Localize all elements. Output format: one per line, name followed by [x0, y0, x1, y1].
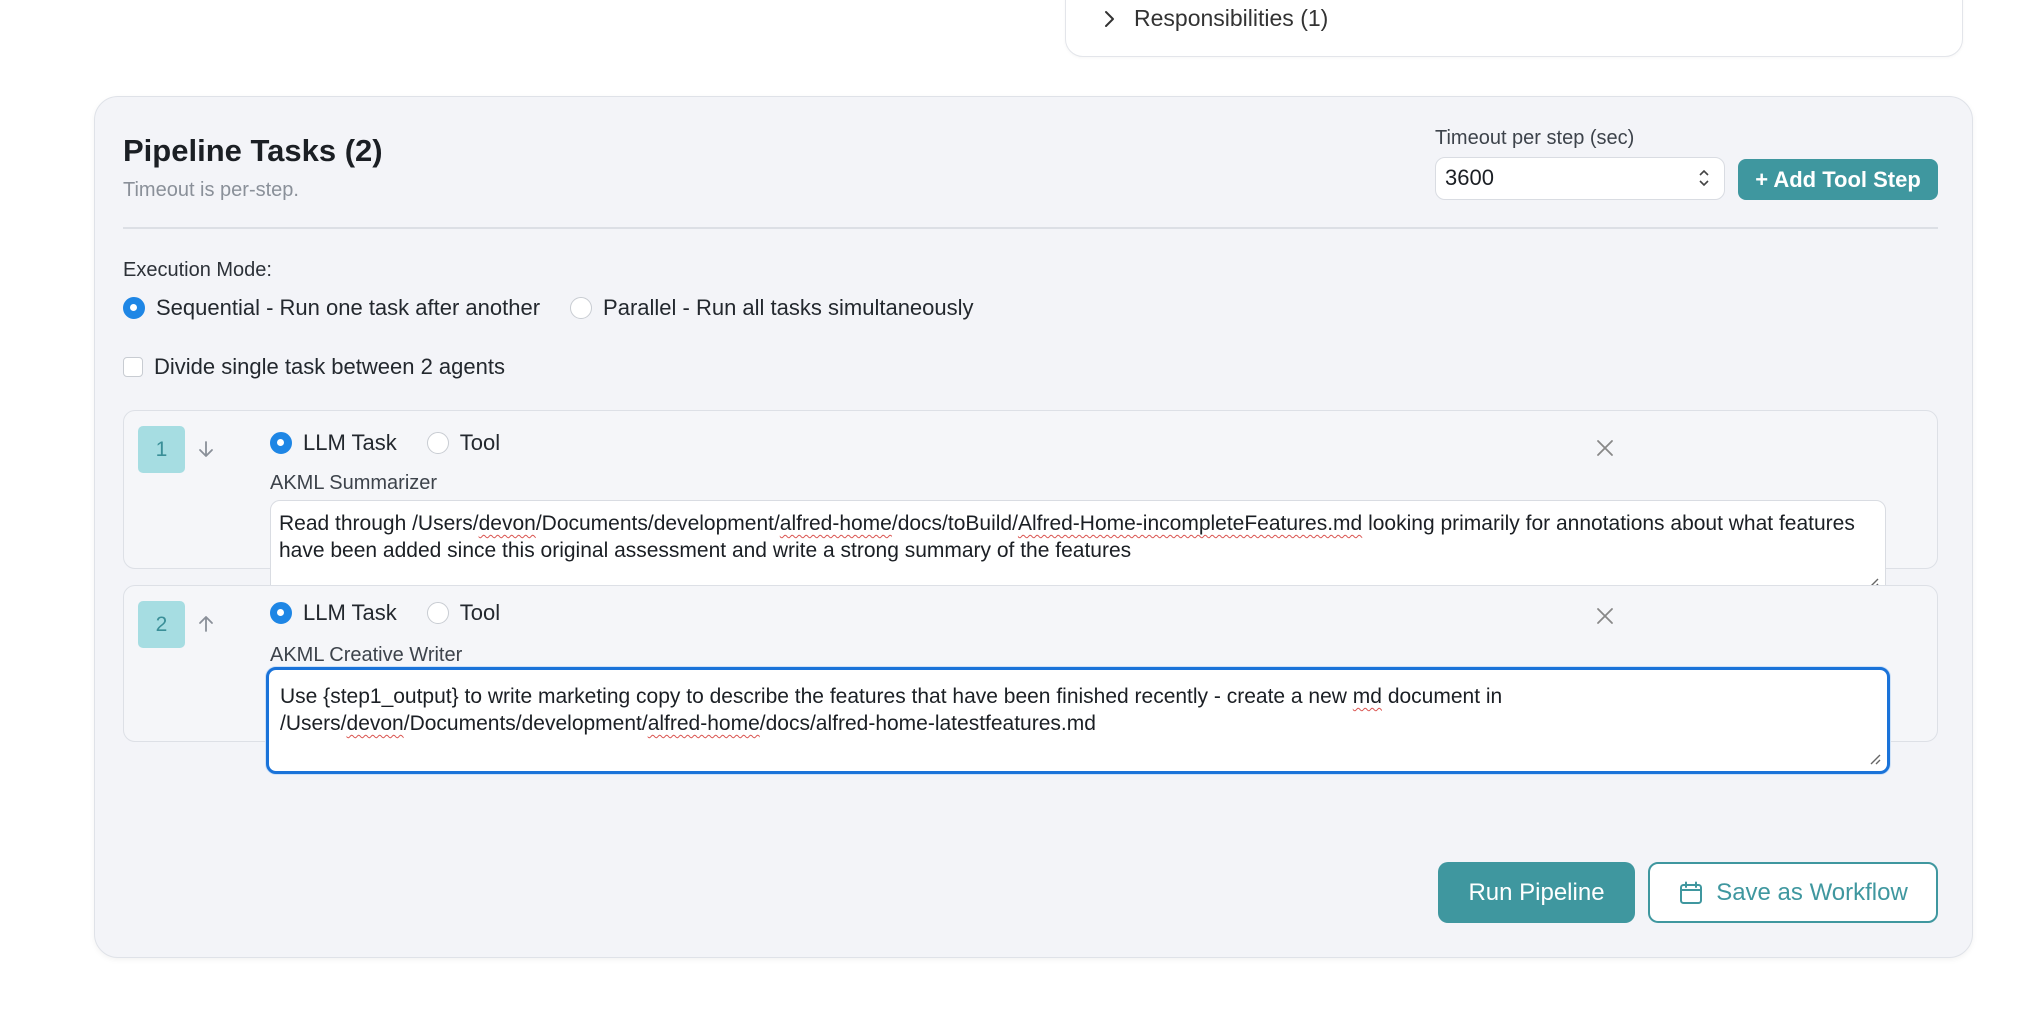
- radio-llm-task-label: LLM Task: [303, 430, 397, 455]
- close-icon: [1597, 440, 1613, 456]
- radio-sequential[interactable]: [123, 297, 145, 319]
- arrow-up-icon[interactable]: [195, 613, 217, 635]
- radio-tool[interactable]: [426, 432, 449, 454]
- execution-mode-parallel[interactable]: Parallel - Run all tasks simultaneously: [570, 295, 974, 321]
- prompt-text: md: [1352, 685, 1382, 708]
- pipeline-tasks-panel: Pipeline Tasks (2) Timeout is per-step. …: [94, 96, 1973, 958]
- task-prompt-textarea[interactable]: Use {step1_output} to write marketing co…: [266, 667, 1890, 774]
- task-type-group: LLM Task Tool: [270, 600, 530, 626]
- radio-llm-task-label: LLM Task: [303, 600, 397, 625]
- execution-mode-sequential[interactable]: Sequential - Run one task after another: [123, 295, 540, 321]
- agent-name: AKML Summarizer: [270, 472, 438, 494]
- prompt-text: Alfred-Home-incompleteFeatures.md: [1017, 512, 1363, 535]
- panel-subtitle: Timeout is per-step.: [123, 179, 299, 201]
- radio-sequential-label: Sequential - Run one task after another: [156, 295, 541, 320]
- radio-tool-label: Tool: [459, 430, 501, 455]
- chevron-right-icon: [1105, 10, 1114, 27]
- agent-name: AKML Creative Writer: [270, 644, 463, 666]
- task-type-llm[interactable]: LLM Task: [270, 430, 397, 456]
- radio-llm-task[interactable]: [270, 432, 292, 454]
- resize-handle-icon[interactable]: [1867, 751, 1881, 765]
- divide-task-option[interactable]: Divide single task between 2 agents: [123, 354, 505, 380]
- radio-parallel-label: Parallel - Run all tasks simultaneously: [603, 295, 974, 320]
- task-card-1: 1 LLM Task Tool AKML Summarizer Read thr…: [123, 410, 1938, 596]
- chevron-up-icon[interactable]: [1698, 168, 1710, 177]
- arrow-down-icon[interactable]: [195, 438, 217, 460]
- radio-tool[interactable]: [426, 602, 449, 624]
- add-tool-step-button[interactable]: + Add Tool Step: [1738, 159, 1938, 200]
- page-title: Pipeline Tasks (2): [123, 133, 383, 168]
- task-card-2: 2 LLM Task Tool AKML Creative Writer Use…: [123, 585, 1938, 774]
- task-type-tool[interactable]: Tool: [426, 430, 501, 456]
- responsibilities-label: Responsibilities (1): [1134, 5, 1329, 31]
- timeout-stepper[interactable]: [1694, 164, 1714, 192]
- responsibilities-card: Responsibilities (1): [1065, 0, 1963, 57]
- task-type-group: LLM Task Tool: [270, 430, 530, 456]
- prompt-text: /Documents/development/: [535, 512, 780, 535]
- execution-mode-label: Execution Mode:: [123, 259, 272, 281]
- prompt-text: devon: [478, 512, 536, 535]
- prompt-text: Read through /Users/: [279, 512, 479, 535]
- divide-task-checkbox[interactable]: [123, 357, 143, 377]
- remove-task-button[interactable]: [1592, 603, 1618, 629]
- chevron-down-icon[interactable]: [1698, 179, 1710, 188]
- prompt-text: /docs/alfred-home-latestfeatures.md: [759, 712, 1096, 735]
- close-icon: [1597, 608, 1613, 624]
- divider: [123, 227, 1938, 229]
- task-step-number: 2: [138, 601, 185, 648]
- radio-llm-task[interactable]: [270, 602, 292, 624]
- execution-mode-group: Sequential - Run one task after another …: [123, 295, 1004, 321]
- timeout-label: Timeout per step (sec): [1435, 127, 1635, 149]
- calendar-icon: [1680, 881, 1703, 904]
- prompt-text: devon: [346, 712, 404, 735]
- prompt-text: alfred-home: [779, 512, 892, 535]
- prompt-text: /Documents/development/: [403, 712, 648, 735]
- prompt-text: Use {step1_output} to write marketing co…: [280, 685, 1353, 708]
- prompt-text: /docs/toBuild/: [891, 512, 1018, 535]
- task-prompt-textarea[interactable]: Read through /Users/devon/Documents/deve…: [270, 500, 1886, 596]
- run-pipeline-button[interactable]: Run Pipeline: [1438, 862, 1635, 923]
- radio-tool-label: Tool: [459, 600, 501, 625]
- task-type-llm[interactable]: LLM Task: [270, 600, 397, 626]
- radio-parallel[interactable]: [570, 297, 593, 319]
- prompt-text: alfred-home: [647, 712, 760, 735]
- responsibilities-toggle[interactable]: Responsibilities (1): [1098, 5, 1328, 32]
- timeout-input[interactable]: 3600: [1435, 157, 1725, 200]
- remove-task-button[interactable]: [1592, 435, 1618, 461]
- save-as-workflow-label: Save as Workflow: [1716, 878, 1908, 906]
- task-step-number: 1: [138, 426, 185, 473]
- save-as-workflow-button[interactable]: Save as Workflow: [1648, 862, 1938, 923]
- divide-task-label: Divide single task between 2 agents: [154, 354, 505, 379]
- task-type-tool[interactable]: Tool: [426, 600, 501, 626]
